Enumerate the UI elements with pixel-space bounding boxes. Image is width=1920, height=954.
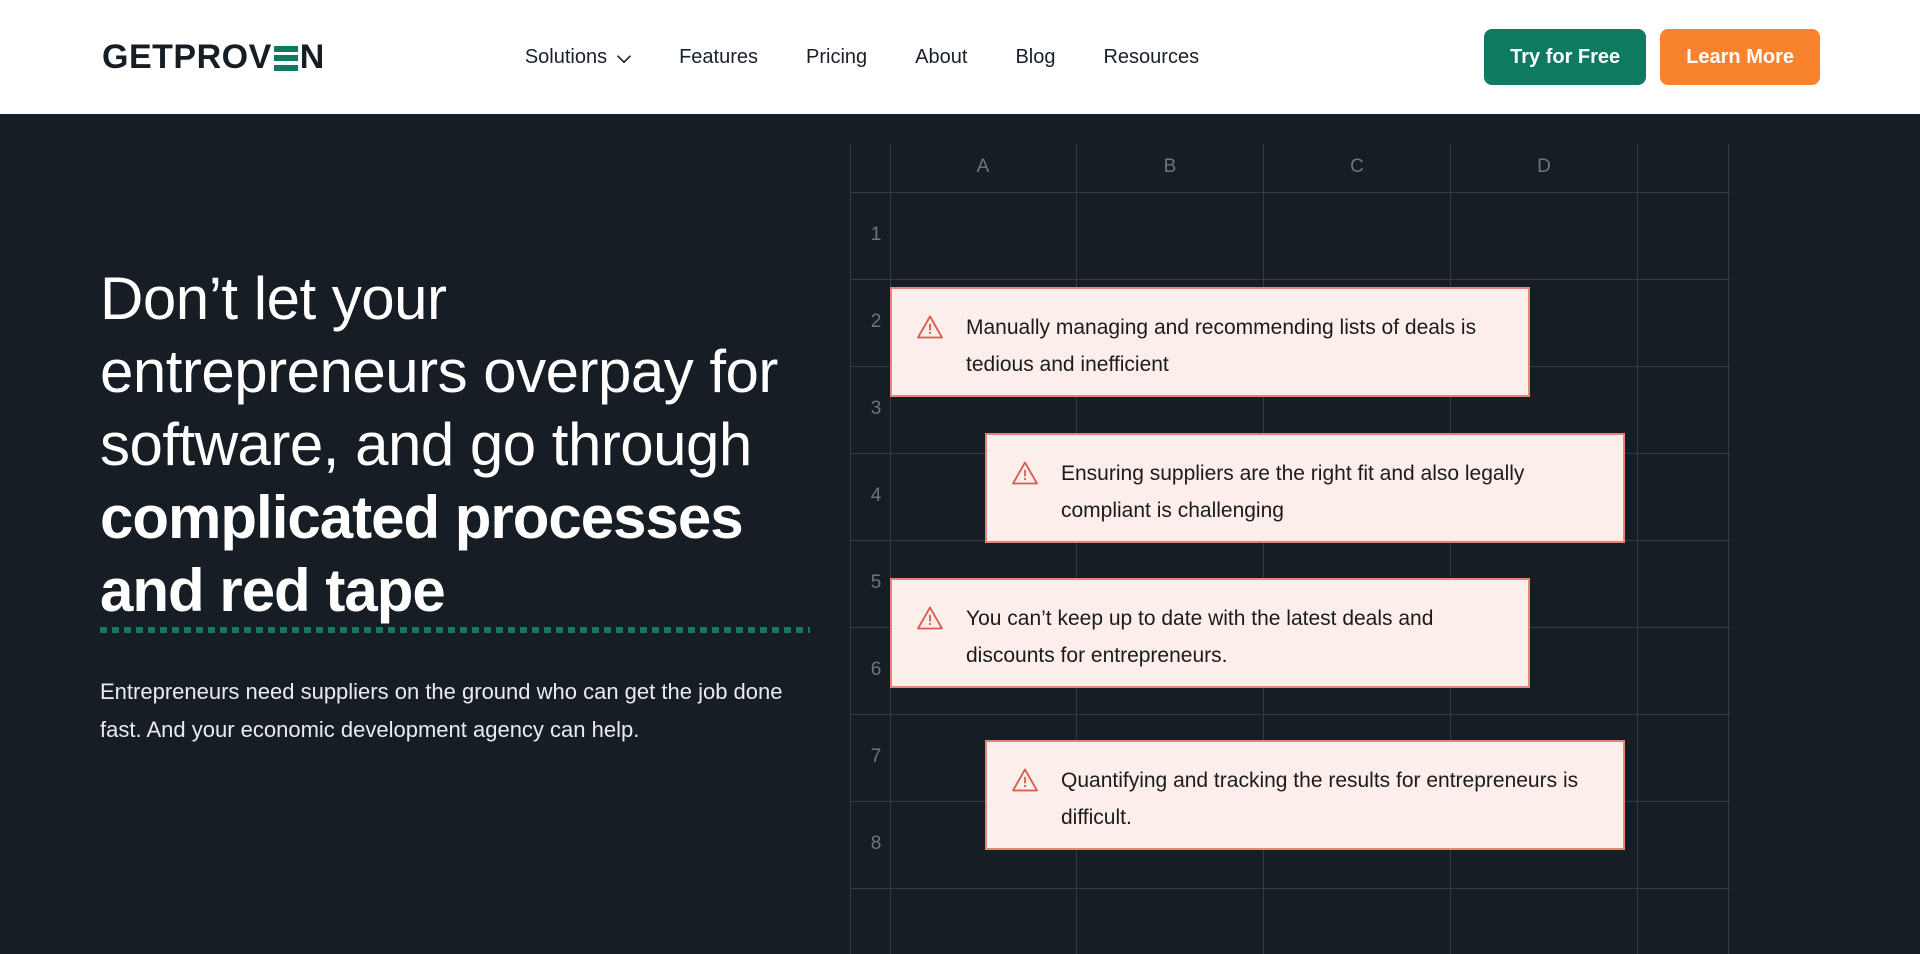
logo-text-before: GETPROV: [102, 38, 272, 76]
learn-more-button[interactable]: Learn More: [1660, 29, 1820, 85]
header-actions: Try for Free Learn More: [1484, 29, 1820, 85]
nav-item-pricing[interactable]: Pricing: [806, 46, 867, 69]
headline-text: Don’t let your entrepreneurs overpay for…: [100, 265, 778, 478]
row-header-1[interactable]: 1: [858, 224, 894, 246]
row-header-5[interactable]: 5: [858, 572, 894, 594]
row-header-8[interactable]: 8: [858, 833, 894, 855]
nav-item-resources[interactable]: Resources: [1103, 46, 1199, 69]
grid-hline: [850, 192, 1730, 193]
row-header-4[interactable]: 4: [858, 485, 894, 507]
nav-label-pricing: Pricing: [806, 45, 868, 68]
column-header-d[interactable]: D: [1514, 156, 1574, 178]
callout-card[interactable]: Quantifying and tracking the results for…: [985, 740, 1625, 850]
callout-text: Manually managing and recommending lists…: [966, 316, 1477, 376]
spreadsheet-graphic: A B C D 1 2 3 4 5 6 7 8 Manually managin…: [850, 144, 1730, 954]
nav-label-blog: Blog: [1015, 45, 1056, 68]
callout-text: Ensuring suppliers are the right fit and…: [1061, 462, 1525, 522]
hero-subheading: Entrepreneurs need suppliers on the grou…: [100, 679, 783, 742]
grid-hline: [850, 279, 1730, 280]
row-header-2[interactable]: 2: [858, 311, 894, 333]
nav-item-features[interactable]: Features: [679, 46, 758, 69]
column-header-b[interactable]: B: [1140, 156, 1200, 178]
nav-label-resources: Resources: [1103, 45, 1200, 68]
callout-card[interactable]: Manually managing and recommending lists…: [890, 287, 1530, 397]
hero-section: Don’t let your entrepreneurs overpay for…: [0, 114, 1920, 954]
logo-e-bars-icon: [273, 45, 298, 71]
callout-card[interactable]: Ensuring suppliers are the right fit and…: [985, 433, 1625, 543]
row-header-7[interactable]: 7: [858, 746, 894, 768]
logo[interactable]: GETPROV N: [102, 40, 325, 74]
grid-hline: [850, 888, 1730, 889]
callout-text: Quantifying and tracking the results for…: [1061, 769, 1579, 829]
row-header-3[interactable]: 3: [858, 398, 894, 420]
nav-label-about: About: [915, 45, 968, 68]
warning-triangle-icon: [1011, 766, 1039, 794]
main-nav: Solutions Features Pricing About Blog Re…: [525, 46, 1199, 69]
hero-copy: Don’t let your entrepreneurs overpay for…: [0, 114, 830, 954]
hero-illustration: A B C D 1 2 3 4 5 6 7 8 Manually managin…: [840, 114, 1920, 954]
warning-triangle-icon: [1011, 459, 1039, 487]
logo-text-after: N: [299, 38, 325, 76]
chevron-down-icon: [617, 54, 631, 64]
column-header-c[interactable]: C: [1327, 156, 1387, 178]
warning-triangle-icon: [916, 604, 944, 632]
grid-vline: [850, 144, 851, 954]
nav-label-features: Features: [679, 45, 759, 68]
nav-item-about[interactable]: About: [915, 46, 967, 69]
warning-triangle-icon: [916, 313, 944, 341]
callout-card[interactable]: You can’t keep up to date with the lates…: [890, 578, 1530, 688]
site-header: GETPROV N Solutions Features Pricing Abo…: [0, 0, 1920, 114]
page-title: Don’t let your entrepreneurs overpay for…: [100, 262, 810, 633]
grid-hline: [850, 714, 1730, 715]
grid-vline: [1728, 144, 1729, 954]
callout-text: You can’t keep up to date with the lates…: [966, 607, 1434, 667]
column-header-a[interactable]: A: [953, 156, 1013, 178]
nav-label-solutions: Solutions: [524, 45, 608, 68]
row-header-6[interactable]: 6: [858, 659, 894, 681]
nav-item-solutions[interactable]: Solutions: [525, 46, 631, 69]
headline-emphasis: complicated processes and red tape: [100, 481, 810, 633]
nav-item-blog[interactable]: Blog: [1015, 46, 1055, 69]
try-for-free-button[interactable]: Try for Free: [1484, 29, 1647, 85]
grid-vline: [1637, 144, 1638, 954]
